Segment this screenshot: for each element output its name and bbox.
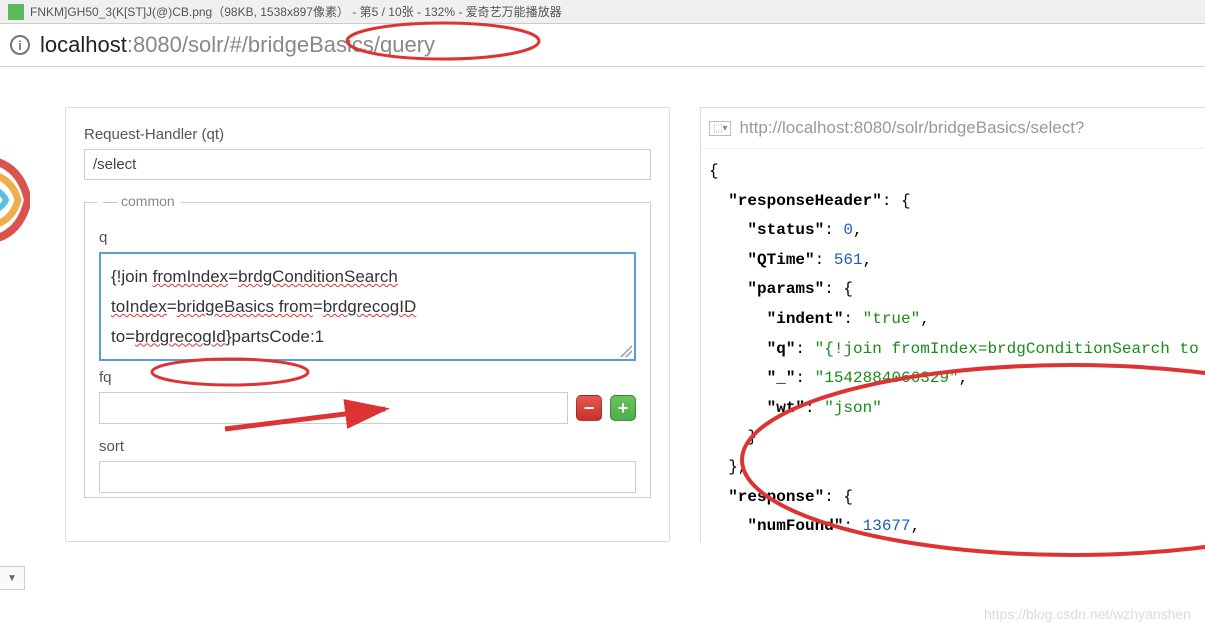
chevron-down-icon: ▼ <box>7 573 17 584</box>
fq-input[interactable] <box>99 392 568 424</box>
core-selector-dropdown[interactable]: ▼ <box>0 566 25 590</box>
q-textarea[interactable]: {!join fromIndex=brdgConditionSearchtoIn… <box>99 252 636 361</box>
url-text: localhost:8080/solr/#/bridgeBasics/query <box>40 32 435 58</box>
response-url: http://localhost:8080/solr/bridgeBasics/… <box>739 118 1084 138</box>
json-output: { "responseHeader": { "status": 0, "QTim… <box>701 149 1205 542</box>
response-panel: ⬚▾ http://localhost:8080/solr/bridgeBasi… <box>700 107 1205 542</box>
address-bar[interactable]: i localhost:8080/solr/#/bridgeBasics/que… <box>0 24 1205 67</box>
info-icon[interactable]: i <box>10 35 30 55</box>
fq-label: fq <box>99 369 636 386</box>
sort-input[interactable] <box>99 461 636 493</box>
url-host: localhost <box>40 32 127 57</box>
response-url-bar[interactable]: ⬚▾ http://localhost:8080/solr/bridgeBasi… <box>701 114 1205 149</box>
common-fieldset: common q {!join fromIndex=brdgConditionS… <box>84 202 651 498</box>
window-title: FNKM]GH50_3(K[ST]J(@)CB.png（98KB, 1538x8… <box>30 3 562 20</box>
url-path: :8080/solr/#/bridgeBasics/query <box>127 32 435 57</box>
remove-fq-button[interactable]: − <box>576 395 602 421</box>
query-form-panel: Request-Handler (qt) common q {!join fro… <box>65 107 670 542</box>
link-icon: ⬚▾ <box>709 121 731 136</box>
common-legend: common <box>97 193 181 209</box>
sort-label: sort <box>99 438 636 455</box>
qt-input[interactable] <box>84 149 651 180</box>
resize-handle-icon[interactable] <box>620 345 632 357</box>
q-label: q <box>99 229 636 246</box>
window-titlebar: FNKM]GH50_3(K[ST]J(@)CB.png（98KB, 1538x8… <box>0 0 1205 24</box>
watermark: https://blog.csdn.net/wzhyanshen <box>984 606 1191 622</box>
app-icon <box>8 4 24 20</box>
solr-logo-icon <box>0 150 30 250</box>
add-fq-button[interactable]: + <box>610 395 636 421</box>
fq-row: − + <box>99 392 636 424</box>
qt-label: Request-Handler (qt) <box>84 126 651 143</box>
